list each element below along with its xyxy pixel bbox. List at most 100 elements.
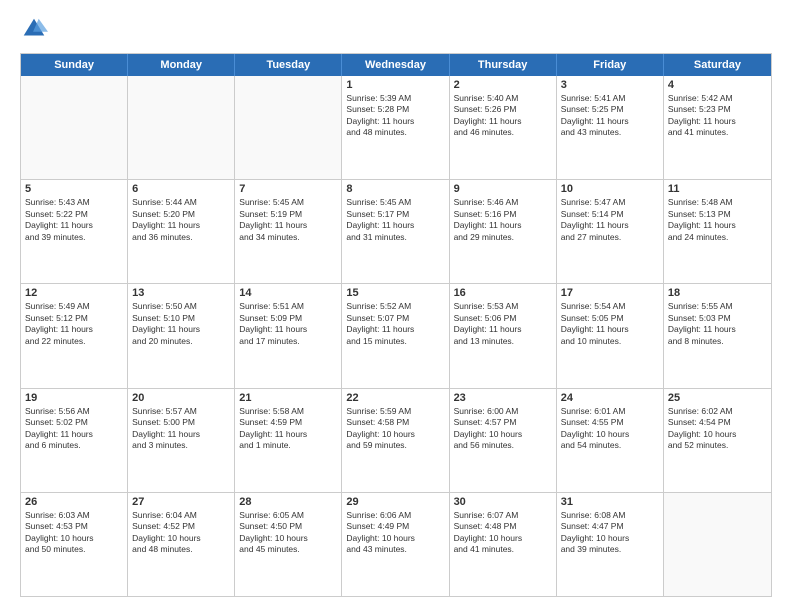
calendar-cell: 24Sunrise: 6:01 AMSunset: 4:55 PMDayligh… (557, 389, 664, 492)
cell-line: Sunset: 5:19 PM (239, 209, 337, 220)
cell-line: Daylight: 10 hours (668, 429, 767, 440)
calendar-cell: 2Sunrise: 5:40 AMSunset: 5:26 PMDaylight… (450, 76, 557, 179)
cell-line: Sunrise: 6:05 AM (239, 510, 337, 521)
cell-line: Daylight: 11 hours (668, 116, 767, 127)
calendar-cell: 29Sunrise: 6:06 AMSunset: 4:49 PMDayligh… (342, 493, 449, 596)
calendar: SundayMondayTuesdayWednesdayThursdayFrid… (20, 53, 772, 597)
calendar-row: 12Sunrise: 5:49 AMSunset: 5:12 PMDayligh… (21, 284, 771, 388)
logo-icon (20, 15, 48, 43)
cell-line: Sunrise: 5:52 AM (346, 301, 444, 312)
calendar-cell: 22Sunrise: 5:59 AMSunset: 4:58 PMDayligh… (342, 389, 449, 492)
cell-line: Sunset: 5:28 PM (346, 104, 444, 115)
calendar-cell: 20Sunrise: 5:57 AMSunset: 5:00 PMDayligh… (128, 389, 235, 492)
cell-line: Sunrise: 6:02 AM (668, 406, 767, 417)
cell-line: Sunrise: 5:50 AM (132, 301, 230, 312)
cell-line: and 3 minutes. (132, 440, 230, 451)
cell-line: and 43 minutes. (346, 544, 444, 555)
calendar-cell: 16Sunrise: 5:53 AMSunset: 5:06 PMDayligh… (450, 284, 557, 387)
cell-line: and 6 minutes. (25, 440, 123, 451)
cell-line: Sunrise: 5:49 AM (25, 301, 123, 312)
cell-line: Daylight: 11 hours (561, 220, 659, 231)
cell-line: Sunrise: 5:59 AM (346, 406, 444, 417)
cell-line: and 41 minutes. (668, 127, 767, 138)
weekday-header: Monday (128, 54, 235, 76)
cell-line: Sunrise: 5:56 AM (25, 406, 123, 417)
cell-line: Daylight: 11 hours (25, 220, 123, 231)
cell-line: Daylight: 11 hours (239, 429, 337, 440)
day-number: 5 (25, 183, 123, 195)
calendar-cell: 8Sunrise: 5:45 AMSunset: 5:17 PMDaylight… (342, 180, 449, 283)
calendar-cell: 18Sunrise: 5:55 AMSunset: 5:03 PMDayligh… (664, 284, 771, 387)
cell-line: Daylight: 11 hours (132, 429, 230, 440)
day-number: 3 (561, 79, 659, 91)
cell-line: Sunset: 5:23 PM (668, 104, 767, 115)
calendar-row: 1Sunrise: 5:39 AMSunset: 5:28 PMDaylight… (21, 76, 771, 180)
cell-line: and 59 minutes. (346, 440, 444, 451)
cell-line: and 48 minutes. (346, 127, 444, 138)
cell-line: Daylight: 11 hours (561, 324, 659, 335)
cell-line: Sunset: 4:57 PM (454, 417, 552, 428)
day-number: 30 (454, 496, 552, 508)
cell-line: Daylight: 10 hours (454, 533, 552, 544)
cell-line: and 27 minutes. (561, 232, 659, 243)
cell-line: and 13 minutes. (454, 336, 552, 347)
day-number: 13 (132, 287, 230, 299)
cell-line: Sunset: 4:49 PM (346, 521, 444, 532)
calendar-cell: 23Sunrise: 6:00 AMSunset: 4:57 PMDayligh… (450, 389, 557, 492)
cell-line: Daylight: 11 hours (346, 116, 444, 127)
cell-line: Sunrise: 5:43 AM (25, 197, 123, 208)
cell-line: Daylight: 10 hours (561, 533, 659, 544)
cell-line: Sunrise: 5:55 AM (668, 301, 767, 312)
cell-line: Sunset: 5:17 PM (346, 209, 444, 220)
cell-line: and 15 minutes. (346, 336, 444, 347)
cell-line: Sunset: 5:05 PM (561, 313, 659, 324)
calendar-cell: 13Sunrise: 5:50 AMSunset: 5:10 PMDayligh… (128, 284, 235, 387)
cell-line: and 31 minutes. (346, 232, 444, 243)
cell-line: Sunset: 4:53 PM (25, 521, 123, 532)
cell-line: Sunset: 5:06 PM (454, 313, 552, 324)
weekday-header: Wednesday (342, 54, 449, 76)
calendar-cell: 27Sunrise: 6:04 AMSunset: 4:52 PMDayligh… (128, 493, 235, 596)
calendar-cell: 11Sunrise: 5:48 AMSunset: 5:13 PMDayligh… (664, 180, 771, 283)
cell-line: Sunrise: 5:40 AM (454, 93, 552, 104)
day-number: 19 (25, 392, 123, 404)
cell-line: Daylight: 10 hours (132, 533, 230, 544)
page: SundayMondayTuesdayWednesdayThursdayFrid… (0, 0, 792, 612)
cell-line: and 52 minutes. (668, 440, 767, 451)
day-number: 23 (454, 392, 552, 404)
cell-line: Daylight: 11 hours (239, 220, 337, 231)
weekday-header: Sunday (21, 54, 128, 76)
cell-line: Sunset: 5:13 PM (668, 209, 767, 220)
calendar-cell: 26Sunrise: 6:03 AMSunset: 4:53 PMDayligh… (21, 493, 128, 596)
calendar-cell: 1Sunrise: 5:39 AMSunset: 5:28 PMDaylight… (342, 76, 449, 179)
day-number: 18 (668, 287, 767, 299)
cell-line: Daylight: 11 hours (454, 116, 552, 127)
day-number: 21 (239, 392, 337, 404)
cell-line: Daylight: 10 hours (346, 533, 444, 544)
day-number: 25 (668, 392, 767, 404)
cell-line: Sunset: 5:02 PM (25, 417, 123, 428)
cell-line: Daylight: 11 hours (346, 220, 444, 231)
cell-line: Daylight: 11 hours (239, 324, 337, 335)
cell-line: and 43 minutes. (561, 127, 659, 138)
cell-line: Daylight: 11 hours (25, 324, 123, 335)
cell-line: Sunset: 4:54 PM (668, 417, 767, 428)
header (20, 15, 772, 43)
cell-line: Sunrise: 5:42 AM (668, 93, 767, 104)
cell-line: Sunset: 4:52 PM (132, 521, 230, 532)
cell-line: Sunset: 5:07 PM (346, 313, 444, 324)
day-number: 10 (561, 183, 659, 195)
cell-line: Sunset: 4:58 PM (346, 417, 444, 428)
cell-line: and 45 minutes. (239, 544, 337, 555)
cell-line: Daylight: 11 hours (454, 220, 552, 231)
cell-line: Sunset: 5:16 PM (454, 209, 552, 220)
cell-line: Sunrise: 5:41 AM (561, 93, 659, 104)
cell-line: Sunrise: 5:46 AM (454, 197, 552, 208)
cell-line: Sunrise: 5:45 AM (346, 197, 444, 208)
cell-line: Daylight: 11 hours (561, 116, 659, 127)
calendar-cell: 25 Sunrise: 6:02 AMSunset: 4:54 PMDayligh… (664, 389, 771, 492)
cell-line: Daylight: 10 hours (454, 429, 552, 440)
calendar-cell: 17Sunrise: 5:54 AMSunset: 5:05 PMDayligh… (557, 284, 664, 387)
day-number: 28 (239, 496, 337, 508)
day-number: 27 (132, 496, 230, 508)
